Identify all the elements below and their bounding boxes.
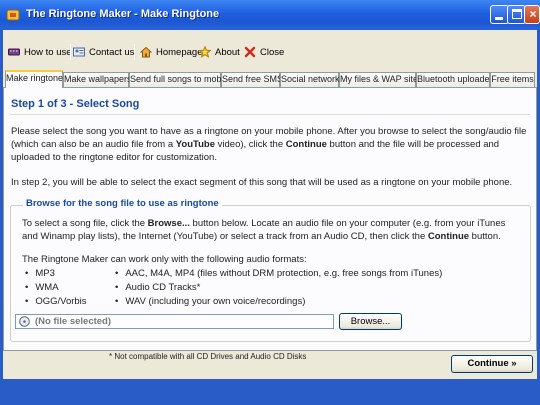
format-item: WMA [25, 282, 58, 293]
close-x-icon [244, 46, 256, 58]
menu-separator [134, 44, 135, 60]
browse-instructions: To select a song file, click the Browse.… [22, 217, 522, 243]
menu-separator [70, 44, 71, 60]
close-window-button[interactable]: × [524, 5, 540, 24]
tab-free-items[interactable]: Free items [490, 72, 535, 87]
minimize-icon [495, 17, 503, 20]
keyboard-icon [8, 48, 20, 56]
step-title: Step 1 of 3 - Select Song [11, 98, 140, 110]
intro-continue: Continue [285, 139, 327, 150]
menu-contact-us[interactable]: Contact us [73, 45, 134, 59]
browse-text: To select a song file, click the [22, 218, 148, 229]
continue-button[interactable]: Continue » [451, 355, 533, 373]
menu-about-label: About [215, 46, 240, 58]
format-item: WAV (including your own voice/recordings… [115, 296, 305, 307]
format-item: OGG/Vorbis [25, 296, 86, 307]
browse-text-bold: Browse... [147, 218, 190, 229]
home-icon [140, 46, 152, 58]
star-icon [199, 46, 211, 58]
menu-close[interactable]: Close [244, 45, 284, 59]
menu-how-to-use[interactable]: How to use [8, 45, 72, 59]
maximize-icon [512, 9, 522, 19]
intro-youtube: YouTube [175, 139, 215, 150]
intro-paragraph: Please select the song you want to have … [11, 125, 531, 164]
tab-make-ringtone[interactable]: Make ringtone [5, 70, 63, 88]
selected-file-field[interactable]: (No file selected) [15, 314, 334, 329]
menu-about[interactable]: About [199, 45, 240, 59]
formats-intro: The Ringtone Maker can work only with th… [22, 254, 307, 265]
music-disc-icon [19, 316, 30, 327]
tab-bluetooth-uploader[interactable]: Bluetooth uploader [416, 72, 493, 87]
browse-button[interactable]: Browse... [339, 313, 402, 330]
tab-send-full-songs[interactable]: Send full songs to mobile [129, 72, 231, 87]
menu-how-to-use-label: How to use [24, 46, 72, 58]
tab-send-free-sms[interactable]: Send free SMS [221, 72, 283, 87]
menu-homepage-label: Homepage [156, 46, 203, 58]
contact-card-icon [73, 47, 85, 57]
footer-note: * Not compatible with all CD Drives and … [109, 352, 307, 361]
browse-group-legend: Browse for the song file to use as ringt… [23, 198, 222, 209]
menu-contact-us-label: Contact us [89, 46, 135, 58]
selected-file-text: (No file selected) [35, 316, 112, 327]
format-item: MP3 [25, 268, 55, 279]
close-icon: × [529, 7, 537, 21]
format-item: AAC, M4A, MP4 (files without DRM protect… [115, 268, 442, 279]
browse-text: button. [469, 231, 501, 242]
window-title: The Ringtone Maker - Make Ringtone [26, 8, 220, 20]
step2-paragraph: In step 2, you will be able to select th… [11, 177, 513, 188]
menu-homepage[interactable]: Homepage [140, 45, 202, 59]
divider [10, 114, 530, 115]
intro-text: video), click the [215, 139, 286, 150]
tab-make-wallpapers[interactable]: Make wallpapers [63, 72, 132, 87]
tab-strip: Make ringtone Make wallpapers Send full … [3, 70, 537, 88]
browse-text-bold: Continue [427, 231, 470, 242]
tab-my-files-wap[interactable]: My files & WAP site [339, 72, 418, 87]
tab-social-network[interactable]: Social network [280, 72, 340, 87]
make-ringtone-panel: Step 1 of 3 - Select Song Please select … [3, 87, 537, 351]
menu-close-label: Close [260, 46, 285, 58]
app-icon [6, 9, 20, 21]
format-item: Audio CD Tracks* [115, 282, 200, 293]
title-bar: The Ringtone Maker - Make Ringtone × [0, 0, 540, 30]
menu-bar: How to use Contact us Homepage About Clo… [3, 30, 537, 71]
